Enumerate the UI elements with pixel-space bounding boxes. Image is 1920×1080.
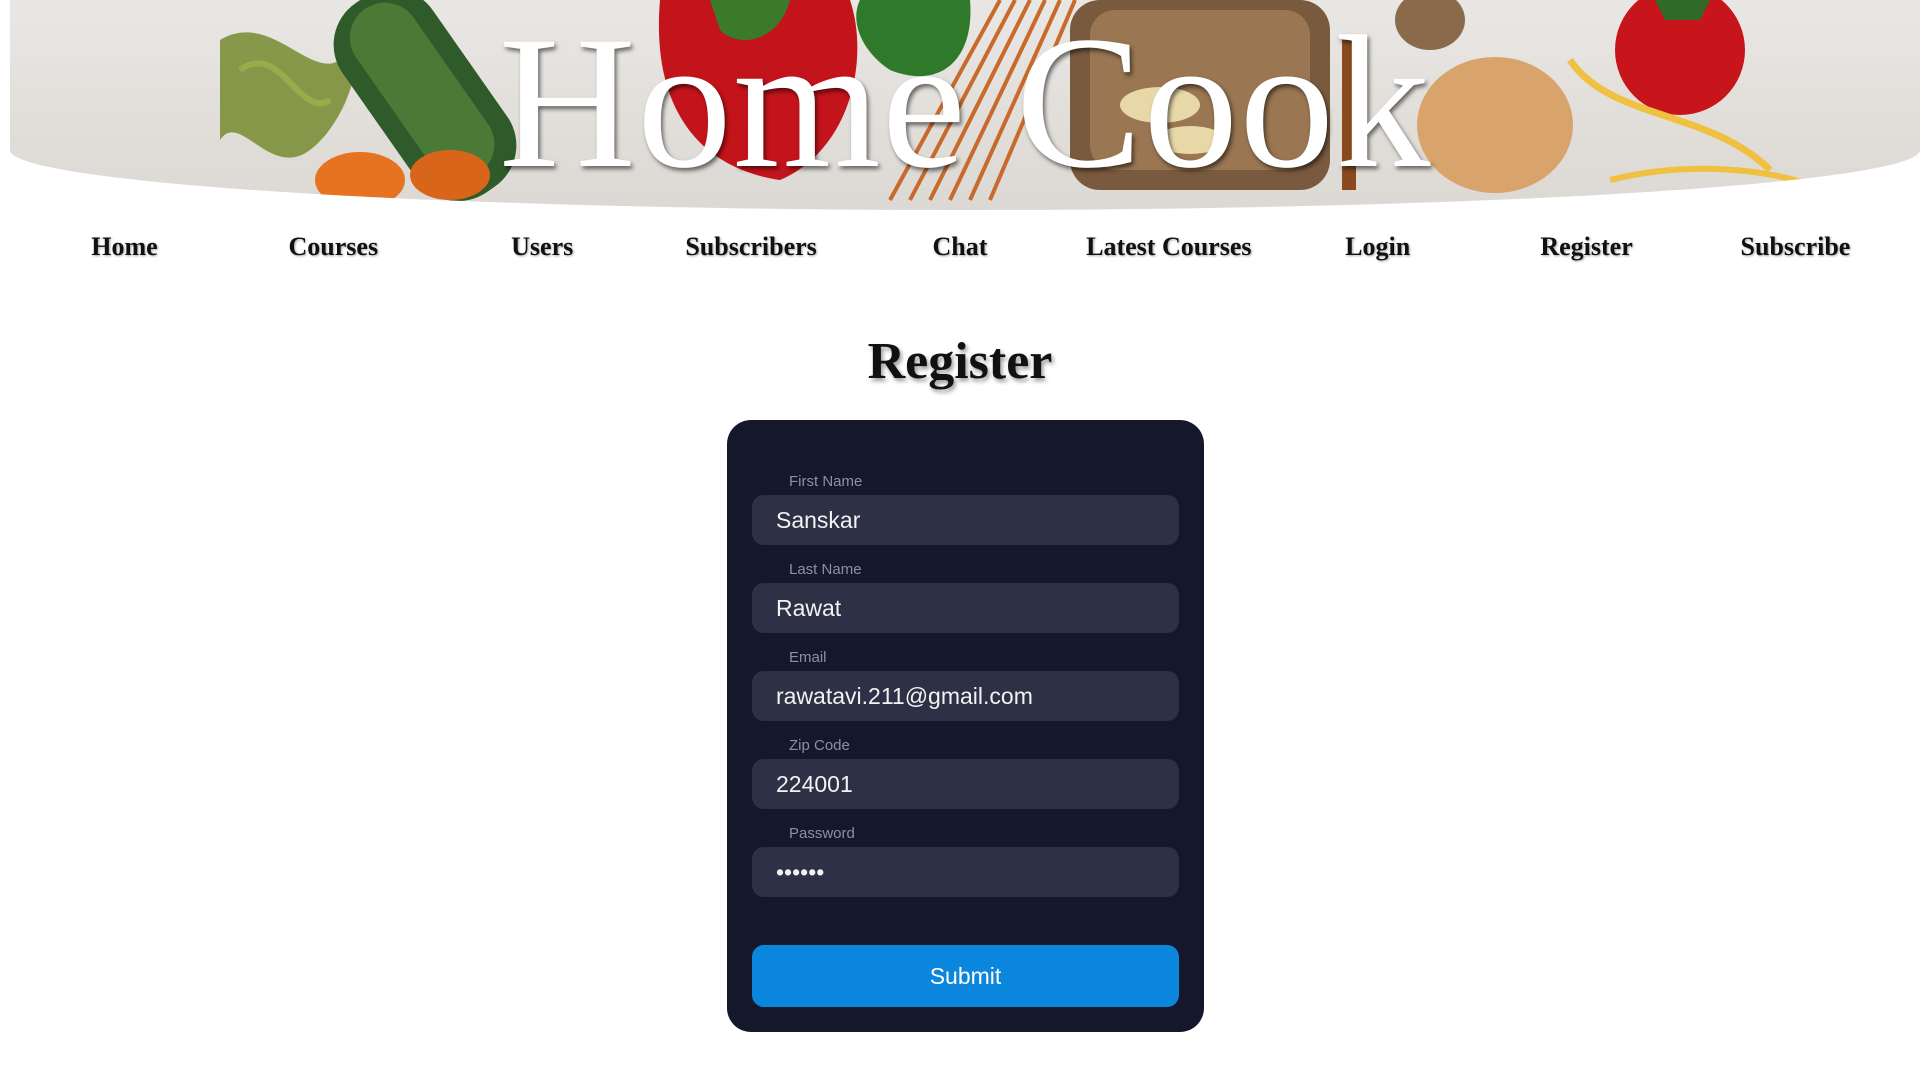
nav-login[interactable]: Login [1283,232,1473,262]
password-label: Password [789,825,855,842]
first-name-input[interactable] [752,495,1179,545]
main-nav: Home Courses Users Subscribers Chat Late… [0,232,1920,262]
email-field: Email [752,643,1179,721]
hero-banner: Home Cook [10,0,1920,210]
nav-chat[interactable]: Chat [865,232,1055,262]
nav-courses[interactable]: Courses [238,232,428,262]
nav-register[interactable]: Register [1492,232,1682,262]
zip-code-input[interactable] [752,759,1179,809]
site-title: Home Cook [498,0,1432,208]
submit-button[interactable]: Submit [752,945,1179,1007]
nav-subscribers[interactable]: Subscribers [656,232,846,262]
last-name-input[interactable] [752,583,1179,633]
nav-latest-courses[interactable]: Latest Courses [1074,232,1264,262]
nav-users[interactable]: Users [447,232,637,262]
password-field: Password [752,819,1179,897]
last-name-field: Last Name [752,555,1179,633]
email-input[interactable] [752,671,1179,721]
last-name-label: Last Name [789,561,862,578]
email-label: Email [789,649,827,666]
zip-code-label: Zip Code [789,737,850,754]
register-form: First Name Last Name Email Zip Code Pass… [727,420,1204,1032]
nav-home[interactable]: Home [29,232,219,262]
first-name-field: First Name [752,467,1179,545]
password-input[interactable] [752,847,1179,897]
page-title: Register [867,333,1053,390]
nav-subscribe[interactable]: Subscribe [1700,232,1890,262]
first-name-label: First Name [789,473,863,490]
zip-code-field: Zip Code [752,731,1179,809]
